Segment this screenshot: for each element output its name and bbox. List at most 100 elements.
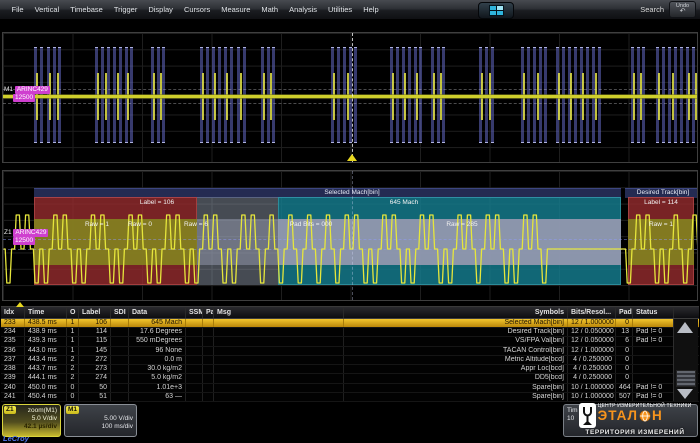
cell-idx: 237	[1, 356, 25, 364]
m1-tdiv: 100 ms/div	[68, 423, 133, 431]
cell-sdi	[111, 347, 129, 355]
decode-field-value: Label = 114	[644, 199, 678, 206]
column-header-label[interactable]: Label	[79, 307, 111, 318]
cell-pa	[203, 337, 214, 345]
scroll-up-icon[interactable]	[677, 322, 693, 333]
column-header-sdi[interactable]: SDI	[111, 307, 129, 318]
table-row-236[interactable]: 236443.0 ms114596 NoneTACAN Control[bin]…	[1, 347, 699, 356]
cell-msg	[214, 347, 344, 355]
table-header-row: IdxTimeOLabelSDIDataSSMPaMsgSymbolsBits/…	[1, 306, 699, 319]
column-header-time[interactable]: Time	[25, 307, 67, 318]
table-row-238[interactable]: 238443.7 ms227330.0 kg/m2Appr Loc[bcd]4 …	[1, 365, 699, 374]
column-header-o[interactable]: O	[67, 307, 79, 318]
column-header-msg[interactable]: Msg	[214, 307, 344, 318]
cell-ssm	[186, 356, 203, 364]
display-layout-button[interactable]	[478, 2, 514, 19]
cell-pad: 0	[616, 356, 633, 364]
table-row-241[interactable]: 241450.4 ms05163 —Spare[bin]10 / 1.00000…	[1, 393, 699, 402]
cell-pa	[203, 393, 214, 401]
z1-vdiv: 5.0 V/div	[6, 415, 57, 423]
menu-item-math[interactable]: Math	[261, 5, 278, 14]
decode-message-name: Desired Track[bin]	[637, 188, 689, 197]
cell-sdi	[111, 356, 129, 364]
column-header-idx[interactable]: Idx	[1, 307, 25, 318]
cell-ssm	[186, 328, 203, 336]
cell-time: 438.5 ms	[25, 319, 67, 327]
cell-ssm	[186, 347, 203, 355]
undo-button[interactable]: Undo ↶	[669, 1, 696, 18]
z1-prefix: Z1	[4, 229, 12, 236]
table-row-237[interactable]: 237443.4 ms22720.0 mMetric Altitude[bcd]…	[1, 356, 699, 365]
cell-time: 438.9 ms	[25, 328, 67, 336]
menu-item-display[interactable]: Display	[148, 5, 173, 14]
table-row-239[interactable]: 239444.1 ms22745.0 kg/m2DD5[bcd]4 / 0.25…	[1, 374, 699, 383]
z1-tdiv: 42.1 µs/div	[6, 423, 57, 431]
z1-rate-chip: 12500	[13, 237, 35, 245]
menu-item-timebase[interactable]: Timebase	[70, 5, 103, 14]
cell-status	[633, 319, 674, 327]
cell-data: 30.0 kg/m2	[129, 365, 186, 373]
cell-bits: 4 / 0.250000	[568, 374, 616, 382]
menu-item-measure[interactable]: Measure	[221, 5, 250, 14]
column-header-bits[interactable]: Bits/Resol...	[568, 307, 616, 318]
m1-trace-baseline	[3, 95, 697, 98]
cell-data: 645 Mach	[129, 319, 186, 327]
cell-pad: 464	[616, 384, 633, 392]
menu-item-utilities[interactable]: Utilities	[328, 5, 352, 14]
cell-label: 115	[79, 337, 111, 345]
column-header-status[interactable]: Status	[633, 307, 674, 318]
menu-item-cursors[interactable]: Cursors	[184, 5, 210, 14]
cell-pa	[203, 365, 214, 373]
decode-field-value: 645 Mach	[390, 199, 419, 206]
decode-raw-value: Raw = 6	[184, 221, 208, 228]
zoom-waveform-grid[interactable]: Selected Mach[bin]Label = 106Raw = 1Raw …	[2, 170, 698, 301]
table-row-233[interactable]: 233438.5 ms1106645 MachSelected Mach[bin…	[1, 319, 699, 328]
z1-channel-label: Z1 ARINC429 12500	[4, 229, 48, 245]
menu-item-help[interactable]: Help	[363, 5, 378, 14]
table-row-235[interactable]: 235439.3 ms1115550 mDegreesVS/FPA Val[bi…	[1, 337, 699, 346]
cell-status	[633, 356, 674, 364]
cell-status: Pad != 0	[633, 337, 674, 345]
menu-item-vertical[interactable]: Vertical	[35, 5, 60, 14]
column-header-data[interactable]: Data	[129, 307, 186, 318]
table-row-240[interactable]: 240450.0 ms0501.01e+3Spare[bin]10 / 1.00…	[1, 384, 699, 393]
cell-sdi	[111, 365, 129, 373]
column-header-ssm[interactable]: SSM	[186, 307, 203, 318]
cell-symbols: Spare[bin]	[344, 384, 568, 392]
cell-ssm	[186, 393, 203, 401]
cell-o: 1	[67, 337, 79, 345]
menu-item-trigger[interactable]: Trigger	[114, 5, 137, 14]
scroll-thumb[interactable]	[676, 370, 696, 387]
menu-item-analysis[interactable]: Analysis	[289, 5, 317, 14]
m1-rate-chip: 12500	[13, 94, 35, 102]
main-waveform-grid[interactable]: M1 ARINC429 12500	[2, 32, 698, 163]
scroll-down-icon[interactable]	[677, 389, 693, 399]
m1-trace-descriptor[interactable]: M1 5.00 V/div 100 ms/div	[64, 404, 137, 437]
menu-items: File Vertical Timebase Trigger Display Cursor…	[6, 5, 384, 14]
menu-item-file[interactable]: File	[12, 5, 24, 14]
search-button[interactable]: Search	[640, 5, 664, 14]
cell-ssm	[186, 384, 203, 392]
z1-trace-descriptor[interactable]: Z1 zoom(M1) 5.0 V/div 42.1 µs/div	[2, 404, 61, 437]
column-header-symbols[interactable]: Symbols	[344, 307, 568, 318]
cell-status	[633, 374, 674, 382]
cell-time: 443.7 ms	[25, 365, 67, 373]
cell-pa	[203, 374, 214, 382]
cell-msg	[214, 384, 344, 392]
zoom-region-cursor[interactable]	[352, 33, 353, 162]
z1-source: zoom(M1)	[6, 407, 57, 415]
column-header-pad[interactable]: Pad	[616, 307, 633, 318]
column-header-pa[interactable]: Pa	[203, 307, 214, 318]
table-row-234[interactable]: 234438.9 ms111417.6 DegreesDesired Track…	[1, 328, 699, 337]
cell-data: 0.0 m	[129, 356, 186, 364]
cell-sdi	[111, 328, 129, 336]
logo-bottom-line: ТЕРРИТОРИЯ ИЗМЕРЕНИЙ	[585, 429, 684, 436]
table-scrollbar[interactable]	[673, 319, 698, 401]
cell-pa	[203, 384, 214, 392]
cell-o: 2	[67, 365, 79, 373]
trigger-position-marker	[347, 154, 357, 161]
decode-raw-value: Raw = 1	[649, 221, 673, 228]
logo-brand: ЭТАЛ Н	[598, 409, 692, 422]
cell-pad: 0	[616, 347, 633, 355]
cell-msg	[214, 319, 344, 327]
